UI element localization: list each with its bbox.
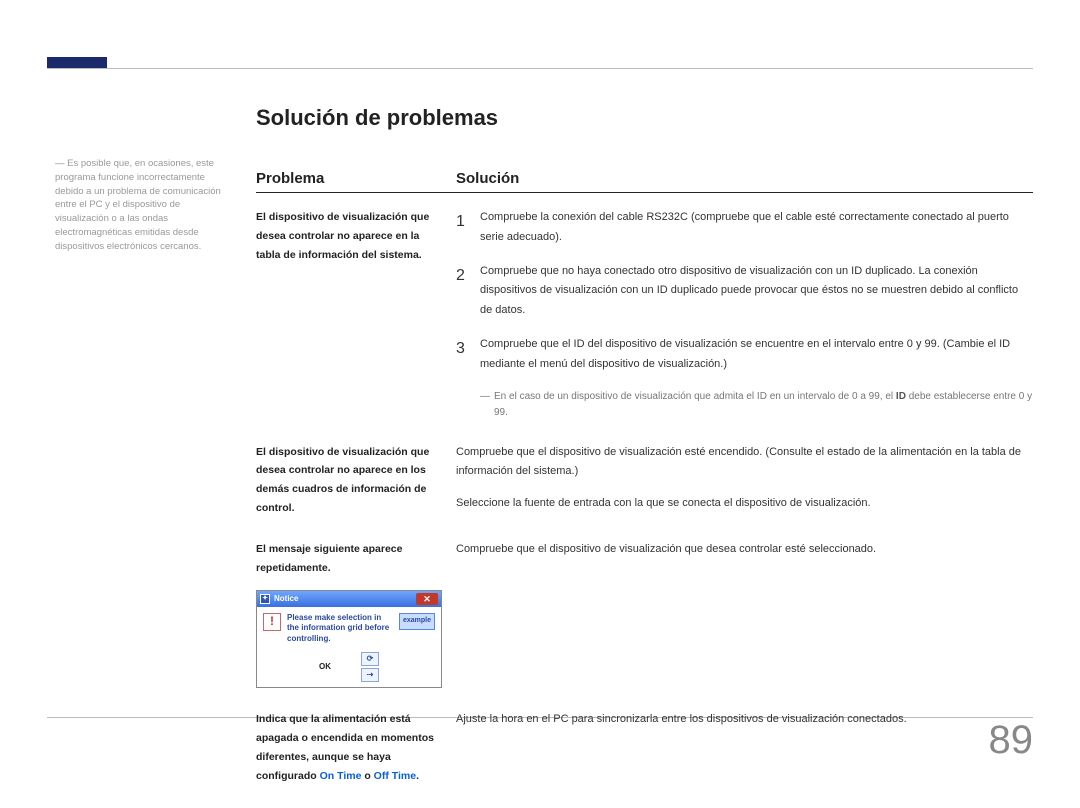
item-text: Compruebe la conexión del cable RS232C (…: [480, 208, 1033, 248]
problem-text: El dispositivo de visualización que dese…: [256, 443, 441, 519]
top-rule: [47, 68, 1033, 69]
ok-button: OK: [319, 660, 331, 674]
dialog-title: Notice: [274, 592, 298, 606]
problem-text: El mensaje siguiente aparece repetidamen…: [256, 540, 441, 578]
solution-line: Compruebe que el dispositivo de visualiz…: [456, 443, 1033, 483]
problem-cell: Indica que la alimentación está apagada …: [256, 710, 456, 786]
solution-line: Ajuste la hora en el PC para sincronizar…: [456, 710, 1033, 730]
side-note: ― Es posible que, en ocasiones, este pro…: [55, 157, 230, 253]
dialog-message: Please make selection in the information…: [287, 613, 395, 644]
nav-icon: ⟳: [361, 652, 379, 666]
solution-line: Compruebe que el dispositivo de visualiz…: [456, 540, 1033, 560]
subnote-dash: ―: [480, 389, 490, 421]
item-number: 1: [456, 208, 480, 248]
problem-text: El dispositivo de visualización que dese…: [256, 208, 441, 265]
document-page: 89 Solución de problemas ― Es posible qu…: [0, 0, 1080, 763]
list-item: 2 Compruebe que no haya conectado otro d…: [456, 262, 1033, 321]
item-text: Compruebe que el ID del dispositivo de v…: [480, 335, 1033, 375]
item-text: Compruebe que no haya conectado otro dis…: [480, 262, 1033, 321]
on-time-label: On Time: [320, 770, 362, 782]
table-header: Problema Solución: [256, 170, 1033, 193]
app-icon: ✦: [260, 594, 270, 604]
subnote-body: En el caso de un dispositivo de visualiz…: [494, 389, 1033, 421]
dialog-footer: OK ⟳ ⇢: [257, 650, 441, 687]
list-item: 3 Compruebe que el ID del dispositivo de…: [456, 335, 1033, 375]
solution-cell: Compruebe que el dispositivo de visualiz…: [456, 540, 1033, 688]
dialog-titlebar: ✦ Notice ✕: [257, 591, 441, 607]
sidenote-dash: ―: [55, 158, 65, 169]
problem-mid: o: [361, 770, 373, 782]
problem-cell: El mensaje siguiente aparece repetidamen…: [256, 540, 456, 688]
table-row: El dispositivo de visualización que dese…: [256, 208, 1033, 421]
problem-cell: El dispositivo de visualización que dese…: [256, 443, 456, 519]
close-icon: ✕: [416, 593, 438, 605]
warning-icon: !: [263, 613, 281, 631]
solution-cell: 1 Compruebe la conexión del cable RS232C…: [456, 208, 1033, 421]
problem-cell: El dispositivo de visualización que dese…: [256, 208, 456, 421]
table-row: El dispositivo de visualización que dese…: [256, 443, 1033, 519]
problem-end: .: [416, 770, 419, 782]
solution-cell: Compruebe que el dispositivo de visualiz…: [456, 443, 1033, 519]
dialog-screenshot: ✦ Notice ✕ ! Please make selection in th…: [256, 590, 442, 688]
subnote-pre: En el caso de un dispositivo de visualiz…: [494, 391, 896, 402]
dialog-body: ! Please make selection in the informati…: [257, 607, 441, 650]
sidenote-text: Es posible que, en ocasiones, este progr…: [55, 158, 221, 252]
header-solution: Solución: [456, 170, 519, 187]
item-number: 3: [456, 335, 480, 375]
page-title: Solución de problemas: [256, 105, 498, 131]
solution-line: Seleccione la fuente de entrada con la q…: [456, 494, 1033, 514]
subnote-bold: ID: [896, 391, 906, 402]
table-row: El mensaje siguiente aparece repetidamen…: [256, 540, 1033, 688]
solution-cell: Ajuste la hora en el PC para sincronizar…: [456, 710, 1033, 786]
off-time-label: Off Time: [374, 770, 416, 782]
content-area: Problema Solución El dispositivo de visu…: [256, 170, 1033, 808]
list-item: 1 Compruebe la conexión del cable RS232C…: [456, 208, 1033, 248]
example-tag: example: [399, 613, 435, 630]
table-row: Indica que la alimentación está apagada …: [256, 710, 1033, 786]
sub-note: ― En el caso de un dispositivo de visual…: [480, 389, 1033, 421]
dialog-side: example: [399, 613, 435, 632]
nav-icon: ⇢: [361, 668, 379, 682]
item-number: 2: [456, 262, 480, 321]
header-problem: Problema: [256, 170, 456, 187]
